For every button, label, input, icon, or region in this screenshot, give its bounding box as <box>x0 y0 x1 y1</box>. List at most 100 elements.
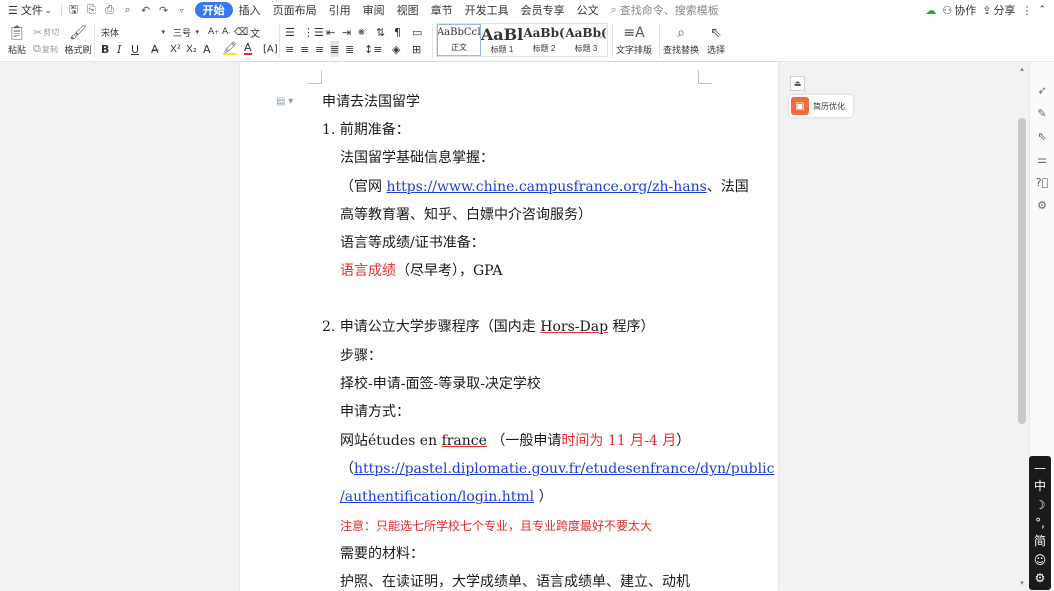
doc-line[interactable]: （https://pastel.diplomatie.gouv.fr/etude… <box>340 458 774 480</box>
tab-developer[interactable]: 开发工具 <box>459 0 515 20</box>
doc-title[interactable]: 申请去法国留学 <box>322 91 420 113</box>
ime-mode[interactable]: 中 <box>1034 478 1046 494</box>
tab-home[interactable]: 开始 <box>194 2 233 18</box>
tab-sections[interactable]: 章节 <box>425 0 459 20</box>
cloud-sync-icon[interactable]: ☁ <box>925 4 936 17</box>
italic-button[interactable]: I <box>117 41 121 57</box>
doc-line[interactable]: 2. 申请公立大学步骤程序（国内走 Hors-Dap 程序） <box>322 316 655 338</box>
sort-icon[interactable]: ⇅ <box>376 24 385 40</box>
doc-line[interactable]: 注意：只能选七所学校七个专业，且专业跨度最好不要太大 <box>340 515 652 537</box>
tab-member[interactable]: 会员专享 <box>515 0 571 20</box>
numbered-list-icon[interactable]: ⋮☰ <box>303 24 324 40</box>
doc-line[interactable]: 1. 前期准备： <box>322 119 410 141</box>
cut-button[interactable]: ✂ 剪切 <box>33 24 59 40</box>
doc-line[interactable]: 高等教育署、知乎、白嫖中介咨询服务） <box>340 204 592 226</box>
doc-line[interactable]: 护照、在读证明，大学成绩单、语言成绩单、建立、动机 <box>340 571 690 591</box>
style-heading-1[interactable]: AaBl 标题 1 <box>481 24 523 56</box>
pastel-link-continued[interactable]: /authentification/login.html <box>340 489 534 505</box>
borders-icon[interactable]: ⊞ <box>412 41 421 57</box>
shrink-font-button[interactable]: A- <box>222 24 230 40</box>
subscript-button[interactable]: X₂ <box>186 41 197 57</box>
help-icon[interactable]: ?⃝ <box>1034 174 1050 190</box>
increase-indent-icon[interactable]: ⇥ <box>342 24 351 40</box>
highlight-button[interactable]: 🖍︎ <box>223 41 237 55</box>
file-menu[interactable]: ☰ 文件 ⌄ <box>0 0 58 20</box>
undo-icon[interactable]: ↶ <box>139 3 153 17</box>
collapse-panel-icon[interactable]: ⏏ <box>790 76 805 91</box>
shading-icon[interactable]: ◈ <box>392 41 400 57</box>
underline-button[interactable]: U <box>131 41 139 57</box>
command-search[interactable]: ⌕ 查找命令、搜索模板 <box>605 2 725 18</box>
character-border-icon[interactable]: [A] <box>263 41 278 57</box>
vertical-scrollbar[interactable]: ▴ ▾ <box>1015 62 1029 591</box>
text-layout-button[interactable]: ≡A 文字排版 <box>614 23 654 57</box>
gear-icon[interactable]: ⚙ <box>1034 197 1050 213</box>
sliders-icon[interactable]: ⚌ <box>1034 151 1050 167</box>
style-normal[interactable]: AaBbCcI 正文 <box>437 24 481 56</box>
bullet-list-icon[interactable]: ☰ <box>285 24 295 40</box>
tab-official-doc[interactable]: 公文 <box>571 0 605 20</box>
doc-line[interactable]: 择校-申请-面签-等录取-决定学校 <box>340 373 541 395</box>
collab-button[interactable]: ⚇ 协作 <box>942 2 976 18</box>
document-page[interactable]: ▤ ▾ 申请去法国留学 1. 前期准备： 法国留学基础信息掌握： （官网 htt… <box>240 62 778 591</box>
paragraph-handle-icon[interactable]: ▤ ▾ <box>276 96 293 107</box>
scroll-up-icon[interactable]: ▴ <box>1017 64 1027 74</box>
save-icon[interactable]: 🖫 <box>67 3 81 17</box>
customize-toolbar-icon[interactable]: ▿ <box>175 3 189 17</box>
share-button[interactable]: ⇪ 分享 <box>982 2 1015 18</box>
punctuation-icon[interactable]: °, <box>1035 515 1045 531</box>
style-heading-2[interactable]: AaBb( 标题 2 <box>523 24 565 56</box>
doc-line[interactable]: /authentification/login.html ） <box>340 486 553 508</box>
scrollbar-thumb[interactable] <box>1018 118 1026 424</box>
emoji-icon[interactable]: ☺ <box>1034 552 1047 568</box>
font-size-select[interactable]: 三号 ▾ <box>169 24 203 40</box>
justify-icon[interactable]: ≣ <box>330 41 340 57</box>
line-spacing-icon[interactable]: ↕≡ <box>364 41 382 57</box>
find-replace-button[interactable]: ⌕ 查找替换 <box>661 23 701 57</box>
pastel-link[interactable]: https://pastel.diplomatie.gouv.fr/etudes… <box>354 461 774 477</box>
tab-view[interactable]: 视图 <box>391 0 425 20</box>
export-icon[interactable]: ⎘ <box>85 3 99 17</box>
doc-line[interactable]: 申请方式： <box>340 401 410 423</box>
distributed-icon[interactable]: ≣ <box>345 41 354 57</box>
scroll-down-icon[interactable]: ▾ <box>1017 578 1027 588</box>
pointer-icon[interactable]: ⇖ <box>1034 128 1050 144</box>
tab-insert[interactable]: 插入 <box>233 0 267 20</box>
font-color-button[interactable]: A <box>244 41 252 55</box>
more-icon[interactable]: ⋮ <box>1021 4 1032 17</box>
pinyin-guide-icon[interactable]: 文 <box>250 24 260 40</box>
doc-line[interactable]: 法国留学基础信息掌握： <box>340 147 494 169</box>
pen-icon[interactable]: ✎ <box>1034 105 1050 121</box>
resume-optimize-button[interactable]: ▣ 简历优化 <box>789 95 853 117</box>
ime-toolbar[interactable]: — 中 ☽ °, 简 ☺ ⚙ <box>1029 456 1051 590</box>
ime-script[interactable]: 简 <box>1034 533 1046 549</box>
table-tools-icon[interactable]: ▭ <box>412 24 422 40</box>
rocket-icon[interactable]: ➶ <box>1034 82 1050 98</box>
style-gallery-scroll-icon[interactable]: ⌄ <box>598 28 604 44</box>
format-painter-button[interactable]: 🖌︎ 格式刷 <box>65 23 92 57</box>
font-family-select[interactable]: 宋体 ▾ <box>97 24 169 40</box>
chinese-layout-icon[interactable]: ⨳ <box>358 24 365 40</box>
align-left-icon[interactable]: ≡ <box>285 41 294 57</box>
strikethrough-button[interactable]: A̶ <box>151 41 159 57</box>
collapse-ribbon-icon[interactable]: ⌃ <box>1038 5 1046 15</box>
doc-line[interactable]: 语言等成绩/证书准备： <box>340 232 485 254</box>
doc-line[interactable]: （官网 https://www.chine.campusfrance.org/z… <box>340 176 749 198</box>
clear-format-icon[interactable]: ⌫ <box>234 24 248 40</box>
moon-icon[interactable]: ☽ <box>1035 497 1046 513</box>
campusfrance-link[interactable]: https://www.chine.campusfrance.org/zh-ha… <box>386 179 706 195</box>
ime-settings-icon[interactable]: ⚙ <box>1035 570 1046 586</box>
paste-button[interactable]: 📋︎ 粘贴 <box>6 23 28 57</box>
doc-line[interactable]: 需要的材料： <box>340 543 424 565</box>
redo-icon[interactable]: ↷ <box>157 3 171 17</box>
tab-review[interactable]: 审阅 <box>357 0 391 20</box>
doc-line[interactable]: 步骤： <box>340 345 382 367</box>
decrease-indent-icon[interactable]: ⇤ <box>326 24 335 40</box>
superscript-button[interactable]: X² <box>170 41 181 57</box>
print-preview-icon[interactable]: ⌕ <box>121 3 135 17</box>
doc-line[interactable]: 网站études en france （一般申请时间为 11 月-4 月） <box>340 430 690 452</box>
align-center-icon[interactable]: ≡ <box>300 41 309 57</box>
copy-button[interactable]: ⧉ 复制 <box>33 41 58 57</box>
text-effect-button[interactable]: A <box>203 41 211 57</box>
tab-references[interactable]: 引用 <box>323 0 357 20</box>
